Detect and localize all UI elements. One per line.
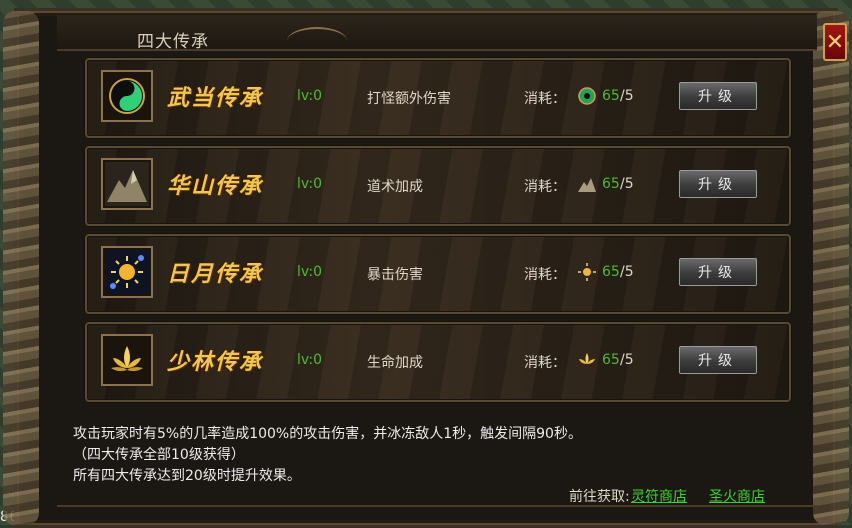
title-ornament xyxy=(287,27,347,55)
cost-label: 消耗： xyxy=(524,91,566,107)
cost-have: 65 xyxy=(602,264,620,280)
mountain-icon xyxy=(101,158,153,210)
cost-label: 消耗： xyxy=(524,179,566,195)
row-name: 武当传承 xyxy=(167,85,264,111)
dragon-frame-right xyxy=(813,11,849,525)
cost-have: 65 xyxy=(602,88,620,104)
close-button[interactable]: ✕ xyxy=(823,23,847,61)
jade-icon xyxy=(577,86,597,106)
cost-need: /5 xyxy=(620,88,634,104)
row-effect: 道术加成 xyxy=(367,179,423,195)
description-area: 攻击玩家时有5%的几率造成100%的攻击伤害，并冰冻敌人1秒，触发间隔90秒。 … xyxy=(57,423,817,503)
cost-need: /5 xyxy=(620,264,634,280)
row-level: lv:0 xyxy=(297,264,323,280)
upgrade-button[interactable]: 升级 xyxy=(679,170,757,198)
panel-title: 四大传承 xyxy=(137,32,209,52)
upgrade-button[interactable]: 升级 xyxy=(679,82,757,110)
cost-have: 65 xyxy=(602,176,620,192)
row-effect: 生命加成 xyxy=(367,355,423,371)
inheritance-row-riyue: 日月传承 lv:0 暴击伤害 消耗： 65 /5 升级 xyxy=(85,234,791,314)
lotus-icon xyxy=(577,350,597,370)
sun-icon xyxy=(577,262,597,282)
row-name: 少林传承 xyxy=(167,349,264,375)
panel-bottom-bar xyxy=(57,505,817,523)
inheritance-row-shaolin: 少林传承 lv:0 生命加成 消耗： 65 /5 升级 xyxy=(85,322,791,402)
dragon-frame-left xyxy=(3,11,39,525)
cost-label: 消耗： xyxy=(524,355,566,371)
holy-fire-shop-link[interactable]: 圣火商店 xyxy=(709,486,765,506)
cost-have: 65 xyxy=(602,352,620,368)
upgrade-button[interactable]: 升级 xyxy=(679,258,757,286)
row-level: lv:0 xyxy=(297,352,323,368)
row-level: lv:0 xyxy=(297,88,323,104)
inheritance-panel: 四大传承 ✕ 武当传承 lv:0 打怪额外伤害 消耗： 65 /5 升级 华山传… xyxy=(3,8,849,528)
row-name: 华山传承 xyxy=(167,173,264,199)
cost-need: /5 xyxy=(620,176,634,192)
golden-lotus-icon xyxy=(101,334,153,386)
cost-label: 消耗： xyxy=(524,267,566,283)
cost-need: /5 xyxy=(620,352,634,368)
goto-label: 前往获取: xyxy=(569,489,630,505)
description-line-2: （四大传承全部10级获得） xyxy=(73,447,245,463)
row-effect: 打怪额外伤害 xyxy=(367,91,451,107)
description-line-1: 攻击玩家时有5%的几率造成100%的攻击伤害，并冰冻敌人1秒，触发间隔90秒。 xyxy=(73,426,582,442)
inheritance-row-huashan: 华山传承 lv:0 道术加成 消耗： 65 /5 升级 xyxy=(85,146,791,226)
mountain-stone-icon xyxy=(577,174,597,194)
talisman-shop-link[interactable]: 灵符商店 xyxy=(631,486,687,506)
upgrade-button[interactable]: 升级 xyxy=(679,346,757,374)
description-line-3: 所有四大传承达到20级时提升效果。 xyxy=(73,468,301,484)
close-x-icon: ✕ xyxy=(825,30,845,55)
row-effect: 暴击伤害 xyxy=(367,267,423,283)
row-name: 日月传承 xyxy=(167,261,264,287)
yin-yang-jade-icon xyxy=(101,70,153,122)
inheritance-row-wudang: 武当传承 lv:0 打怪额外伤害 消耗： 65 /5 升级 xyxy=(85,58,791,138)
sun-moon-icon xyxy=(101,246,153,298)
panel-title-bar[interactable]: 四大传承 xyxy=(57,15,817,52)
row-level: lv:0 xyxy=(297,176,323,192)
